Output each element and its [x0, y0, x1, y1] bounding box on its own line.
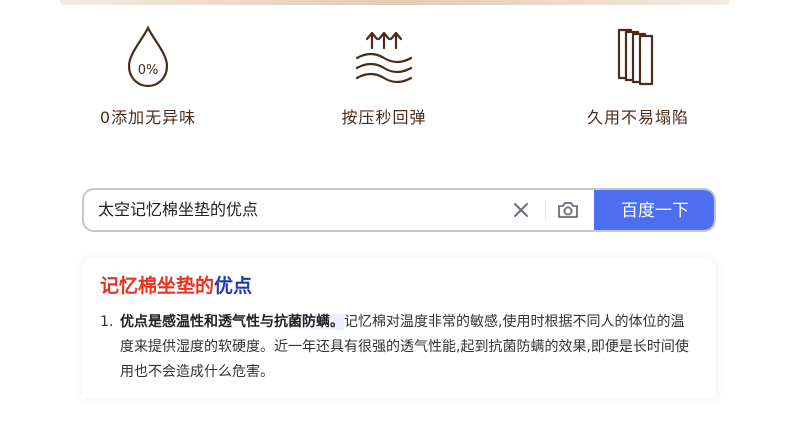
feature-no-additive: 0% 0添加无异味	[48, 24, 248, 128]
result-card: 记忆棉坐垫的优点 1. 优点是感温性和透气性与抗菌防螨。记忆棉对温度非常的敏感,使…	[82, 258, 716, 398]
result-title[interactable]: 记忆棉坐垫的优点	[100, 272, 698, 300]
list-item-number: 1.	[100, 314, 114, 330]
drop-icon-text: 0%	[138, 63, 159, 78]
camera-icon[interactable]	[557, 201, 579, 219]
rebound-icon	[355, 31, 413, 84]
feature-rebound: 按压秒回弹	[284, 24, 484, 128]
search-button[interactable]: 百度一下	[594, 190, 714, 230]
feature-label: 久用不易塌陷	[586, 108, 689, 127]
close-icon[interactable]	[512, 201, 530, 219]
search-box: 百度一下	[82, 188, 716, 232]
feature-label: 0添加无异味	[99, 108, 197, 127]
top-decorative-bar	[60, 0, 730, 5]
drop-icon: 0%	[127, 25, 169, 88]
search-input[interactable]	[98, 190, 488, 230]
result-list-item: 1. 优点是感温性和透气性与抗菌防螨。记忆棉对温度非常的敏感,使用时根据不同人的体…	[100, 310, 698, 385]
result-title-keyword: 优点	[214, 275, 253, 297]
search-divider	[545, 202, 546, 220]
feature-durable: 久用不易塌陷	[538, 24, 738, 128]
layers-icon	[617, 28, 654, 86]
result-title-highlight: 记忆棉坐垫的	[100, 275, 215, 297]
feature-label: 按压秒回弹	[341, 108, 427, 127]
list-item-bold-text: 优点是感温性和透气性与抗菌防螨。	[120, 314, 344, 330]
